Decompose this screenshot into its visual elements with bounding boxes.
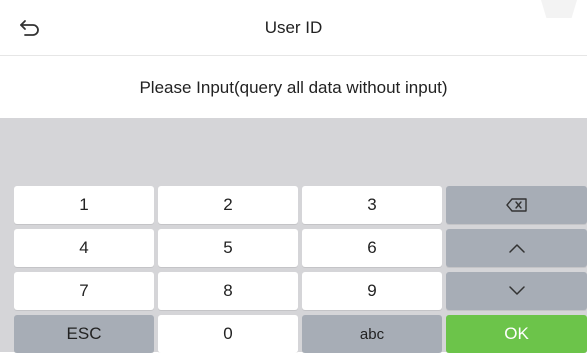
page-title: User ID [264,18,323,37]
header-bar: User ID [0,0,587,56]
numeric-keypad: 1 2 3 4 5 6 7 8 9 ESC 0 abc OK [0,180,587,353]
chevron-down-icon [508,286,526,296]
key-6[interactable]: 6 [302,229,442,267]
key-9[interactable]: 9 [302,272,442,310]
key-7[interactable]: 7 [14,272,154,310]
key-8[interactable]: 8 [158,272,298,310]
down-button[interactable] [446,272,587,310]
up-button[interactable] [446,229,587,267]
key-3[interactable]: 3 [302,186,442,224]
esc-button[interactable]: ESC [14,315,154,353]
key-2[interactable]: 2 [158,186,298,224]
key-4[interactable]: 4 [14,229,154,267]
chevron-up-icon [508,243,526,253]
header-decoration [541,0,577,18]
backspace-button[interactable] [446,186,587,224]
key-1[interactable]: 1 [14,186,154,224]
ok-button[interactable]: OK [446,315,587,353]
abc-button[interactable]: abc [302,315,442,353]
user-id-input[interactable] [0,118,587,180]
key-0[interactable]: 0 [158,315,298,353]
input-prompt: Please Input(query all data without inpu… [0,57,587,118]
key-5[interactable]: 5 [158,229,298,267]
backspace-icon [505,198,528,212]
